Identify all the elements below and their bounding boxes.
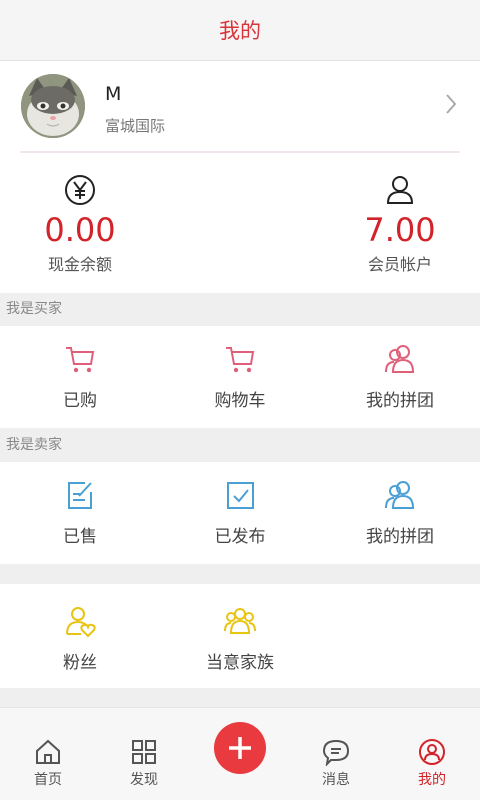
family-icon xyxy=(224,608,256,634)
checkbox-icon xyxy=(227,482,254,509)
avatar[interactable] xyxy=(21,74,85,138)
buyer-item-label: 我的拼团 xyxy=(366,391,434,411)
home-icon xyxy=(36,739,60,764)
buyer-purchased[interactable]: 已购 xyxy=(0,326,160,428)
yen-circle-icon xyxy=(65,175,95,205)
tab-label: 发现 xyxy=(130,772,158,788)
plus-icon xyxy=(229,737,251,759)
seller-item-label: 已发布 xyxy=(214,527,266,547)
grid-icon xyxy=(132,740,156,764)
seller-published[interactable]: 已发布 xyxy=(160,462,320,564)
user-name: M xyxy=(105,83,122,105)
group-icon xyxy=(385,345,415,373)
social-item-label: 当意家族 xyxy=(206,653,274,673)
tab-publish[interactable] xyxy=(192,708,288,800)
edit-note-icon xyxy=(68,482,92,509)
buyer-cart[interactable]: 购物车 xyxy=(160,326,320,428)
profile-card: M 富城国际 0.00 现金余额 7.00 会员帐户 xyxy=(0,61,480,293)
cart-icon xyxy=(226,347,255,373)
divider xyxy=(20,151,460,153)
cash-balance-label: 现金余额 xyxy=(47,255,112,274)
tab-bar: 首页 发现 消息 我的 xyxy=(0,707,480,800)
chevron-right-icon[interactable] xyxy=(442,91,460,117)
fans[interactable]: 粉丝 xyxy=(0,584,160,688)
tab-home[interactable]: 首页 xyxy=(0,708,96,800)
buyer-grid: 已购 购物车 我的拼团 xyxy=(0,326,480,428)
profile-row[interactable]: M 富城国际 xyxy=(0,61,480,151)
page-title: 我的 xyxy=(219,19,261,43)
member-account[interactable]: 7.00 会员帐户 xyxy=(320,173,480,275)
group-icon xyxy=(385,481,415,509)
member-account-label: 会员帐户 xyxy=(367,255,432,274)
seller-section-label: 我是卖家 xyxy=(6,437,62,453)
add-button[interactable] xyxy=(214,722,266,774)
cart-icon xyxy=(66,347,95,373)
member-account-amount: 7.00 xyxy=(364,211,436,249)
tab-label: 我的 xyxy=(418,772,446,788)
buyer-group-buy[interactable]: 我的拼团 xyxy=(320,326,480,428)
user-organization: 富城国际 xyxy=(105,117,166,135)
seller-item-label: 我的拼团 xyxy=(366,527,434,547)
cash-balance[interactable]: 0.00 现金余额 xyxy=(0,173,160,275)
tab-me[interactable]: 我的 xyxy=(384,708,480,800)
empty-cell xyxy=(320,584,480,688)
buyer-section-label: 我是买家 xyxy=(6,301,62,317)
family[interactable]: 当意家族 xyxy=(160,584,320,688)
screen: 我的 M 富城国际 0.00 现金余额 7.00 会员帐户 我是买家 已购 购物… xyxy=(0,0,480,800)
tab-label: 消息 xyxy=(322,772,350,788)
seller-grid: 已售 已发布 我的拼团 xyxy=(0,462,480,564)
buyer-item-label: 已购 xyxy=(63,391,97,411)
tab-discover[interactable]: 发现 xyxy=(96,708,192,800)
seller-group-buy[interactable]: 我的拼团 xyxy=(320,462,480,564)
fan-heart-icon xyxy=(66,607,96,638)
buyer-item-label: 购物车 xyxy=(214,391,266,411)
seller-item-label: 已售 xyxy=(63,527,97,547)
tab-label: 首页 xyxy=(34,772,62,788)
seller-sold[interactable]: 已售 xyxy=(0,462,160,564)
header: 我的 xyxy=(0,0,480,61)
social-item-label: 粉丝 xyxy=(63,653,97,673)
cash-balance-amount: 0.00 xyxy=(44,211,116,249)
tab-messages[interactable]: 消息 xyxy=(288,708,384,800)
chat-icon xyxy=(322,739,350,766)
person-icon xyxy=(386,176,414,204)
social-grid: 粉丝 当意家族 xyxy=(0,584,480,688)
user-circle-icon xyxy=(419,739,445,765)
